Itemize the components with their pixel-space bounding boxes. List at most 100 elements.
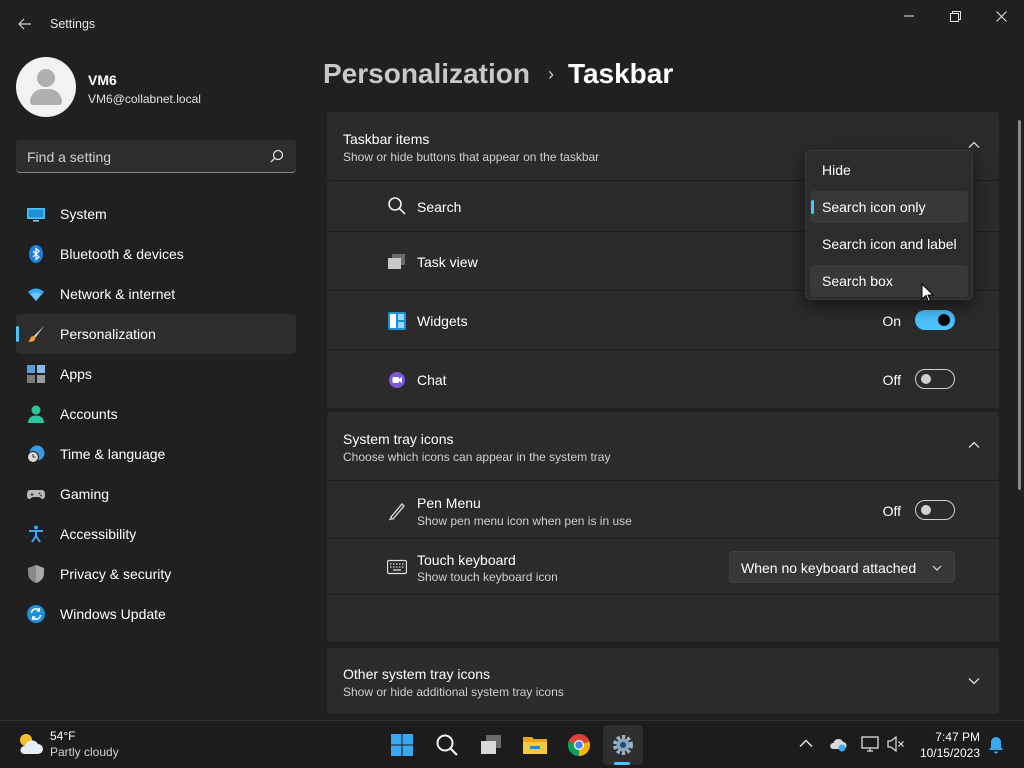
search-input[interactable]: Find a setting [16, 140, 296, 173]
chat-row[interactable]: Chat Off [327, 349, 999, 408]
minimize-icon [904, 15, 914, 17]
volume-muted-icon[interactable] [887, 735, 905, 753]
sidebar-item-accounts[interactable]: Accounts [16, 394, 296, 434]
task-view-icon [388, 254, 405, 269]
shield-icon [28, 565, 44, 583]
sidebar-item-label: Personalization [60, 326, 156, 342]
update-icon [27, 605, 45, 623]
section-subtitle: Choose which icons can appear in the sys… [343, 450, 611, 464]
settings-icon [613, 735, 633, 755]
touch-keyboard-row[interactable]: Touch keyboard Show touch keyboard icon … [327, 538, 999, 594]
close-button[interactable] [978, 4, 1024, 28]
mouse-cursor-icon [921, 283, 935, 303]
pen-menu-label: Pen Menu [417, 495, 481, 511]
apps-icon [27, 365, 45, 383]
widgets-icon [388, 312, 406, 330]
sidebar-item-apps[interactable]: Apps [16, 354, 296, 394]
user-name: VM6 [88, 72, 117, 88]
taskbar-search-button[interactable] [427, 725, 467, 765]
menu-item-label: Search box [822, 273, 893, 289]
menu-item-search-box[interactable]: Search box [810, 265, 968, 297]
user-profile[interactable]: VM6 VM6@collabnet.local [16, 57, 296, 117]
clock-time[interactable]: 7:47 PM [935, 730, 980, 744]
dropdown-value: When no keyboard attached [741, 560, 917, 576]
pen-menu-toggle[interactable] [915, 500, 955, 520]
search-icon [388, 197, 406, 215]
weather-description[interactable]: Partly cloudy [50, 745, 119, 759]
sidebar-item-label: Time & language [60, 446, 166, 462]
menu-item-label: Search icon only [822, 199, 926, 215]
other-tray-section[interactable]: Other system tray icons Show or hide add… [327, 648, 999, 714]
minimize-button[interactable] [886, 4, 932, 28]
settings-taskbar-button[interactable] [603, 725, 643, 765]
pen-menu-description: Show pen menu icon when pen is in use [417, 514, 632, 528]
chevron-down-icon[interactable] [967, 674, 981, 688]
widgets-toggle[interactable] [915, 310, 955, 330]
start-icon [391, 734, 413, 756]
bell-icon[interactable] [988, 736, 1004, 754]
sidebar-item-system[interactable]: System [16, 194, 296, 234]
avatar [16, 57, 76, 117]
breadcrumb: Personalization › Taskbar [323, 58, 673, 90]
search-label: Search [417, 199, 462, 215]
sidebar-item-label: Apps [60, 366, 92, 382]
title-bar: Settings [0, 0, 1024, 48]
start-button[interactable] [382, 725, 422, 765]
chat-toggle[interactable] [915, 369, 955, 389]
sidebar-item-label: Gaming [60, 486, 110, 502]
search-icon [436, 734, 458, 756]
menu-item-search-icon-and-label[interactable]: Search icon and label [810, 228, 968, 260]
widgets-state: On [882, 313, 901, 329]
chat-label: Chat [417, 372, 447, 388]
chevron-down-icon [932, 565, 942, 571]
sidebar-item-gaming[interactable]: Gaming [16, 474, 296, 514]
bluetooth-icon [29, 245, 43, 263]
back-arrow-icon [18, 18, 31, 30]
display-icon[interactable] [861, 735, 879, 753]
partly-cloudy-icon [20, 734, 43, 754]
pen-menu-row[interactable]: Pen Menu Show pen menu icon when pen is … [327, 480, 999, 538]
touch-keyboard-description: Show touch keyboard icon [417, 570, 558, 584]
menu-item-hide[interactable]: Hide [810, 154, 968, 186]
back-button[interactable] [14, 12, 36, 36]
section-subtitle: Show or hide buttons that appear on the … [343, 150, 600, 164]
chevron-up-icon[interactable] [967, 438, 981, 452]
restore-button[interactable] [932, 4, 978, 28]
search-icon [270, 149, 284, 163]
system-icon [27, 208, 45, 222]
sidebar-item-label: Accessibility [60, 526, 137, 542]
task-view-button[interactable] [471, 725, 511, 765]
sidebar-item-time-language[interactable]: Time & language [16, 434, 296, 474]
sidebar-item-privacy[interactable]: Privacy & security [16, 554, 296, 594]
menu-item-label: Search icon and label [822, 236, 957, 252]
chrome-button[interactable] [559, 725, 599, 765]
pen-menu-state: Off [882, 503, 901, 519]
keyboard-icon [387, 559, 407, 575]
widgets-label: Widgets [417, 313, 468, 329]
clock-date[interactable]: 10/15/2023 [920, 746, 980, 760]
accounts-icon [28, 405, 44, 423]
gamepad-icon [27, 490, 45, 499]
sidebar-item-windows-update[interactable]: Windows Update [16, 594, 296, 634]
touch-keyboard-label: Touch keyboard [417, 552, 516, 568]
sidebar-item-accessibility[interactable]: Accessibility [16, 514, 296, 554]
section-title: System tray icons [343, 431, 454, 447]
sidebar-item-bluetooth[interactable]: Bluetooth & devices [16, 234, 296, 274]
sidebar-item-network[interactable]: Network & internet [16, 274, 296, 314]
search-placeholder: Find a setting [27, 149, 112, 165]
file-explorer-icon [523, 737, 547, 754]
onedrive-icon[interactable] [829, 735, 847, 753]
brush-icon [28, 326, 44, 342]
scrollbar[interactable] [1018, 120, 1021, 490]
task-view-icon [481, 735, 501, 754]
system-tray-section[interactable]: System tray icons Choose which icons can… [327, 412, 999, 480]
chevron-up-icon[interactable] [797, 735, 815, 753]
weather-temperature[interactable]: 54°F [50, 729, 75, 743]
menu-item-search-icon-only[interactable]: Search icon only [810, 191, 968, 223]
file-explorer-button[interactable] [515, 725, 555, 765]
task-view-label: Task view [417, 254, 478, 270]
page-title: Taskbar [567, 58, 674, 89]
sidebar-item-personalization[interactable]: Personalization [16, 314, 296, 354]
breadcrumb-parent[interactable]: Personalization [323, 58, 530, 90]
touch-keyboard-dropdown[interactable]: When no keyboard attached [729, 551, 955, 583]
